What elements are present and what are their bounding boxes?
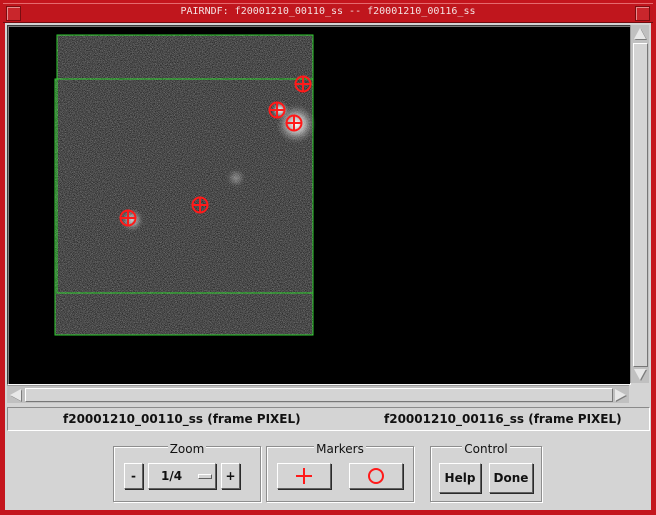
scroll-left-arrow-icon[interactable] (10, 389, 21, 401)
plus-marker-icon (296, 468, 312, 484)
horizontal-scroll-thumb[interactable] (25, 388, 613, 402)
vertical-scroll-thumb[interactable] (633, 43, 648, 367)
markers-group-title: Markers (314, 442, 366, 456)
cross-marker-button[interactable] (277, 463, 331, 489)
scroll-down-arrow-icon[interactable] (634, 369, 646, 380)
circle-marker-icon (368, 468, 384, 484)
scroll-right-arrow-icon[interactable] (615, 389, 626, 401)
image-canvas[interactable] (7, 25, 631, 385)
option-menu-indicator-icon (198, 474, 212, 479)
window-title: PAIRNDF: f20001210_00110_ss -- f20001210… (180, 6, 476, 17)
vertical-scrollbar[interactable] (630, 25, 649, 383)
app-window: PAIRNDF: f20001210_00110_ss -- f20001210… (0, 0, 656, 515)
zoom-in-button[interactable]: + (221, 463, 240, 489)
image-overlay (54, 34, 316, 336)
marker-crosshair-icon[interactable] (119, 209, 137, 227)
right-frame-label: f20001210_00116_ss (frame PIXEL) (384, 412, 622, 426)
done-button[interactable]: Done (489, 463, 533, 493)
marker-crosshair-icon[interactable] (268, 101, 286, 119)
zoom-level-menu[interactable]: 1/4 (148, 463, 216, 489)
window-close-button[interactable] (635, 6, 650, 21)
zoom-group: Zoom - 1/4 + (113, 442, 261, 502)
control-group-title: Control (462, 442, 510, 456)
marker-crosshair-icon[interactable] (285, 114, 303, 132)
markers-group: Markers (266, 442, 414, 502)
control-group: Control Help Done (430, 442, 542, 502)
left-frame-label: f20001210_00110_ss (frame PIXEL) (63, 412, 301, 426)
scroll-up-arrow-icon[interactable] (634, 28, 646, 39)
main-panel: f20001210_00110_ss (frame PIXEL) f200012… (5, 23, 651, 510)
marker-crosshair-icon[interactable] (191, 196, 209, 214)
help-button[interactable]: Help (439, 463, 481, 493)
marker-crosshair-icon[interactable] (294, 75, 312, 93)
star-blob (226, 168, 246, 188)
title-bar[interactable]: PAIRNDF: f20001210_00110_ss -- f20001210… (3, 3, 653, 23)
zoom-out-button[interactable]: - (124, 463, 143, 489)
zoom-group-title: Zoom (167, 442, 207, 456)
circle-marker-button[interactable] (349, 463, 403, 489)
zoom-level-value: 1/4 (161, 469, 183, 483)
frame-labels-bar: f20001210_00110_ss (frame PIXEL) f200012… (7, 407, 650, 431)
horizontal-scrollbar[interactable] (7, 385, 629, 403)
